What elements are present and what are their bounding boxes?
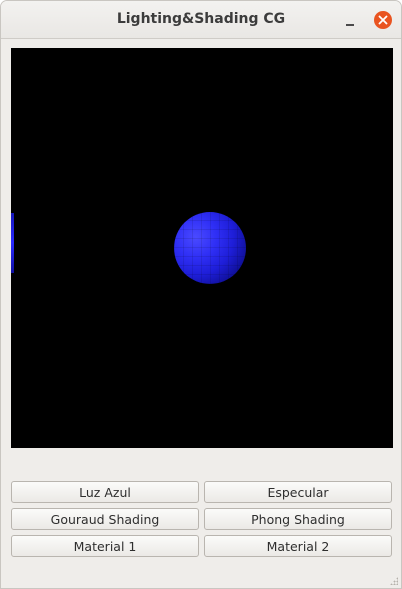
app-window: Lighting&Shading CG Luz Azul Especular G… — [0, 0, 402, 589]
title-bar[interactable]: Lighting&Shading CG — [1, 1, 401, 39]
material-1-button[interactable]: Material 1 — [11, 535, 199, 557]
material-2-button[interactable]: Material 2 — [204, 535, 392, 557]
luz-azul-button[interactable]: Luz Azul — [11, 481, 199, 503]
shaded-sphere — [174, 212, 246, 284]
light-edge-artifact — [11, 213, 14, 273]
render-canvas[interactable] — [11, 48, 393, 448]
especular-button[interactable]: Especular — [204, 481, 392, 503]
gouraud-shading-button[interactable]: Gouraud Shading — [11, 508, 199, 530]
close-button[interactable] — [374, 11, 392, 29]
resize-grip[interactable] — [390, 577, 398, 585]
minimize-icon — [346, 24, 354, 26]
minimize-button[interactable] — [340, 11, 360, 31]
phong-shading-button[interactable]: Phong Shading — [204, 508, 392, 530]
close-icon — [378, 15, 388, 25]
